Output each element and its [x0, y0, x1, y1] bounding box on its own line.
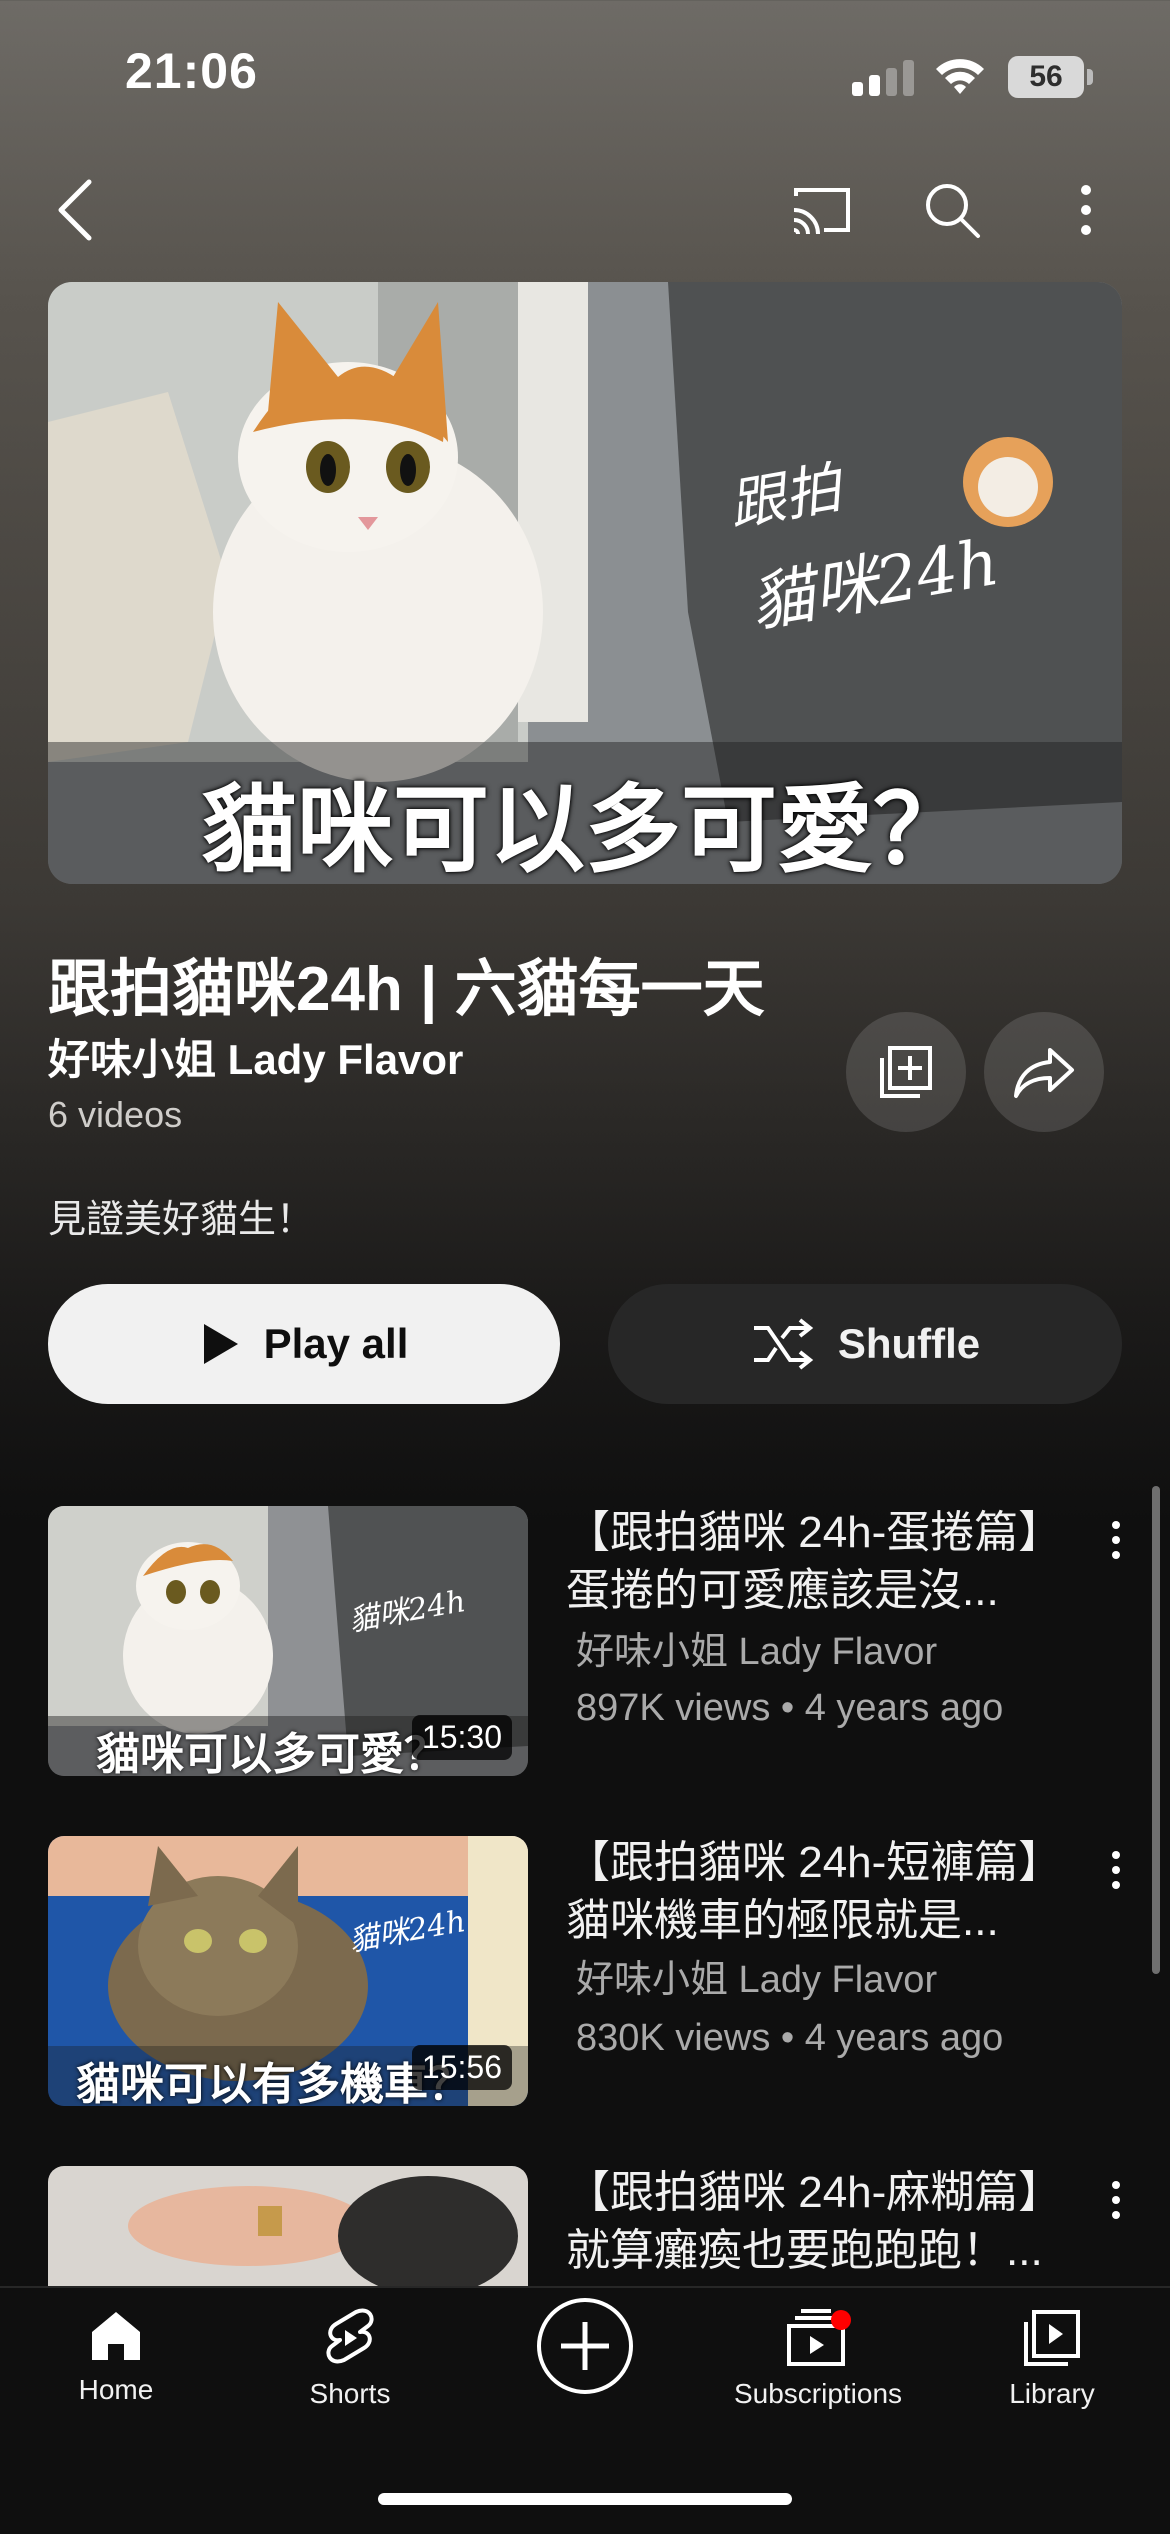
video-channel: 好味小姐 Lady Flavor: [576, 1959, 938, 2001]
video-more-button[interactable]: [1090, 2160, 1142, 2240]
video-thumbnail[interactable]: 貓咪24h 貓咪可以多可愛？ 15:30: [48, 1506, 528, 1776]
back-button[interactable]: [40, 170, 110, 250]
more-vert-icon: [1112, 1851, 1120, 1889]
video-title[interactable]: 【跟拍貓咪 24h-麻糊篇】 就算癱瘓也要跑跑跑！...: [566, 2164, 1086, 2280]
channel-name[interactable]: 好味小姐 Lady Flavor: [48, 1026, 463, 1087]
video-title-line2: 貓咪機車的極限就是...: [566, 1896, 999, 1945]
nav-subscriptions-label: Subscriptions: [733, 2378, 903, 2409]
wifi-icon: [936, 59, 984, 94]
library-icon: [1024, 2310, 1080, 2366]
more-vert-icon: [1081, 185, 1091, 235]
video-thumbnail[interactable]: 貓咪24h 貓咪可以有多機車？ 15:56: [48, 1836, 528, 2106]
home-indicator: [378, 2493, 792, 2505]
nav-home[interactable]: Home: [6, 2308, 226, 2406]
more-vert-icon: [1112, 2181, 1120, 2219]
nav-library-label: Library: [1009, 2378, 1095, 2409]
more-options-button[interactable]: [1046, 170, 1126, 250]
video-thumbnail-image: [48, 2166, 528, 2286]
search-icon: [926, 184, 980, 238]
more-vert-icon: [1112, 1521, 1120, 1559]
cellular-signal-icon: [852, 60, 914, 96]
battery-indicator: 56: [1008, 56, 1094, 98]
shuffle-button[interactable]: Shuffle: [608, 1284, 1122, 1404]
shuffle-label: Shuffle: [837, 1320, 981, 1367]
nav-library[interactable]: Library: [942, 2308, 1162, 2410]
back-icon: [58, 179, 92, 241]
play-icon: [203, 1324, 238, 1364]
home-icon: [92, 2312, 140, 2360]
video-thumbnail[interactable]: [48, 2166, 528, 2286]
play-all-button[interactable]: Play all: [48, 1284, 560, 1404]
playlist-thumbnail[interactable]: 跟拍 貓咪24h 貓咪可以多可愛？: [48, 282, 1122, 884]
video-meta: 830K views • 4 years ago: [576, 2017, 1004, 2059]
video-duration: 15:30: [411, 1715, 512, 1760]
video-title-line1: 【跟拍貓咪 24h-蛋捲篇】: [566, 1508, 1063, 1557]
search-button[interactable]: [912, 170, 992, 250]
cast-button[interactable]: [780, 170, 864, 250]
video-more-button[interactable]: [1090, 1500, 1142, 1580]
notification-dot: [831, 2310, 851, 2330]
video-title-line2: 蛋捲的可愛應該是沒...: [566, 1566, 999, 1615]
add-to-library-icon: [880, 1046, 932, 1098]
thumbnail-caption: 貓咪可以多可愛？: [201, 777, 969, 884]
video-more-button[interactable]: [1090, 1830, 1142, 1910]
video-title[interactable]: 【跟拍貓咪 24h-蛋捲篇】 蛋捲的可愛應該是沒...: [566, 1504, 1086, 1620]
share-button[interactable]: [984, 1012, 1104, 1132]
status-time: 21:06: [125, 43, 258, 99]
video-title[interactable]: 【跟拍貓咪 24h-短褲篇】 貓咪機車的極限就是...: [566, 1834, 1086, 1950]
video-count: 6 videos: [48, 1094, 183, 1135]
video-title-line2: 就算癱瘓也要跑跑跑！...: [566, 2226, 1043, 2275]
video-channel: 好味小姐 Lady Flavor: [576, 1631, 938, 1673]
nav-shorts[interactable]: Shorts: [240, 2308, 460, 2410]
nav-home-label: Home: [78, 2374, 154, 2405]
video-meta: 897K views • 4 years ago: [576, 1687, 1004, 1729]
playlist-description: 見證美好貓生！: [48, 1199, 315, 1241]
video-title-line1: 【跟拍貓咪 24h-短褲篇】: [566, 1838, 1063, 1887]
shuffle-icon: [753, 1318, 814, 1370]
battery-cap: [1087, 69, 1093, 85]
cast-icon: [793, 188, 850, 235]
battery-level: 56: [1008, 56, 1084, 98]
nav-subscriptions[interactable]: Subscriptions: [708, 2308, 928, 2410]
video-title-line1: 【跟拍貓咪 24h-麻糊篇】: [566, 2168, 1063, 2217]
create-plus-icon: [537, 2298, 633, 2394]
scrollbar[interactable]: [1152, 1486, 1160, 1974]
share-icon: [1014, 1048, 1074, 1098]
nav-shorts-label: Shorts: [309, 2378, 391, 2409]
video-duration: 15:56: [411, 2045, 512, 2090]
playlist-title: 跟拍貓咪24h | 六貓每一天: [48, 955, 765, 1024]
nav-create[interactable]: [475, 2296, 695, 2406]
subscriptions-icon: [787, 2309, 851, 2366]
save-playlist-button[interactable]: [846, 1012, 966, 1132]
thumbnail-caption: 貓咪可以多可愛？: [96, 1730, 448, 1776]
play-all-label: Play all: [263, 1320, 409, 1367]
shorts-icon: [326, 2308, 374, 2364]
